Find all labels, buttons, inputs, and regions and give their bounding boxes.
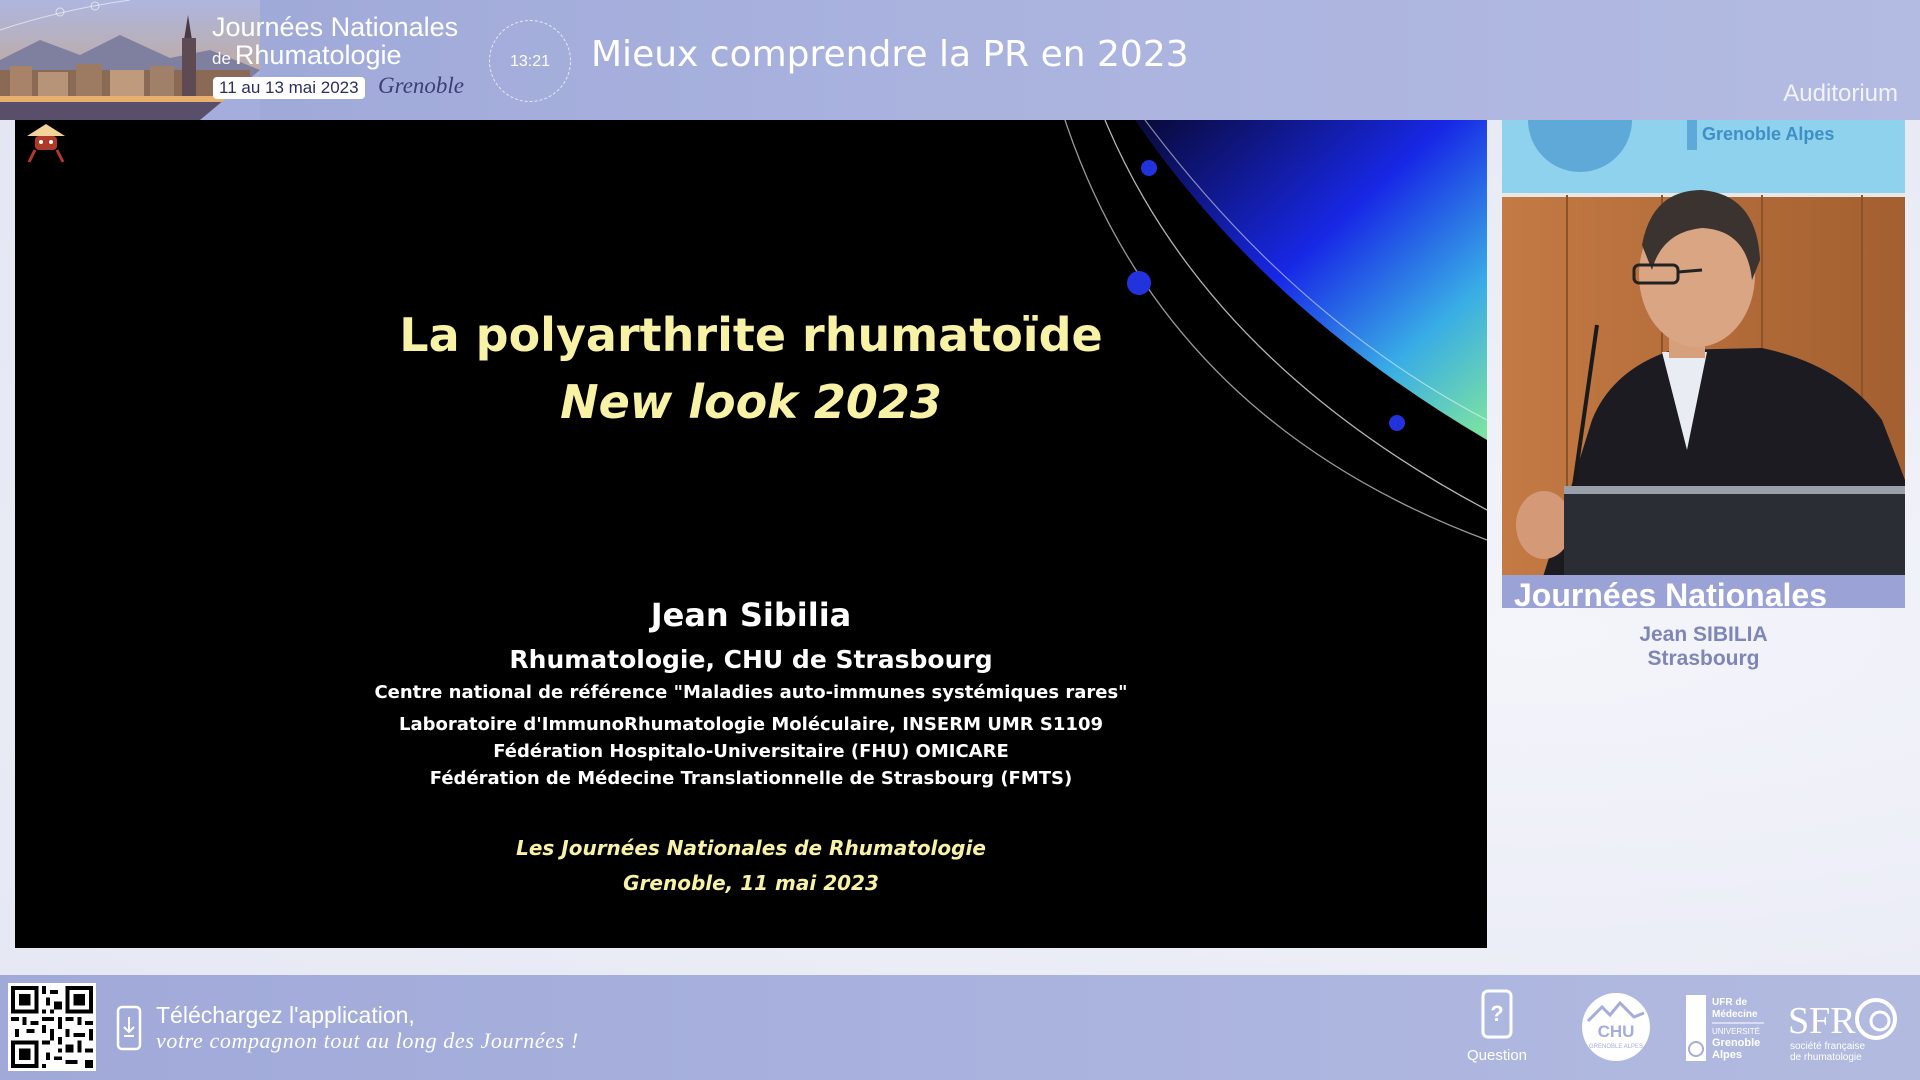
slide-affiliation-5: Fédération de Médecine Translationnelle … <box>429 768 1073 789</box>
ufr-logo-line2: Médecine <box>1712 1009 1758 1020</box>
ufr-logo-line1: UFR de <box>1712 997 1747 1008</box>
slide-affiliation-4: Fédération Hospitalo-Universitaire (FHU)… <box>493 741 1009 762</box>
slide-affiliation-2: Centre national de référence "Maladies a… <box>374 682 1128 703</box>
speaker-name: Jean SIBILIA <box>1639 623 1768 646</box>
slide-affiliation-3: Laboratoire d'ImmunoRhumatologie Molécul… <box>398 714 1103 735</box>
slide-event-name: Les Journées Nationales de Rhumatologie <box>516 836 986 860</box>
slide-title: La polyarthrite rhumatoïde <box>399 308 1103 362</box>
sfr-logo-subtext2: de rhumatologie <box>1790 1052 1862 1063</box>
speaker-video: Grenoble Alpes Journées Nationales <box>1502 120 1905 608</box>
sfr-logo-subtext1: société française <box>1790 1041 1865 1052</box>
speaker-caption: Jean SIBILIA Strasbourg <box>1502 623 1905 671</box>
download-phone-icon <box>116 1005 142 1051</box>
chu-grenoble-logo: CHU GRENOBLE ALPES <box>1582 993 1650 1061</box>
event-title: Journées Nationales de Rhumatologie <box>212 14 458 69</box>
event-title-line1: Journées Nationales <box>212 12 459 42</box>
event-title-de: de <box>212 49 231 68</box>
sfr-logo: SFR société française de rhumatologie <box>1788 998 1897 1063</box>
qr-code-icon[interactable] <box>8 983 96 1071</box>
chu-logo-text: CHU <box>1598 1022 1635 1041</box>
sfr-logo-text: SFR <box>1788 1000 1856 1042</box>
presentation-slide: La polyarthrite rhumatoïde New look 2023… <box>15 120 1487 948</box>
ufr-logo-line3: UNIVERSITÉ <box>1712 1027 1760 1036</box>
session-title: Mieux comprendre la PR en 2023 <box>591 34 1189 75</box>
question-label: Question <box>1466 1047 1528 1064</box>
backdrop-event-text: Journées Nationales <box>1514 577 1827 608</box>
slide-author: Jean Sibilia <box>650 596 852 634</box>
ufr-medecine-logo: UFR de Médecine UNIVERSITÉ Grenoble Alpe… <box>1686 995 1764 1061</box>
download-app-text: Téléchargez l'application, <box>156 1002 415 1028</box>
hat-character-icon <box>27 124 65 163</box>
question-phone-icon: ? <box>1481 989 1513 1039</box>
event-dates-badge: 11 au 13 mai 2023 <box>213 77 365 99</box>
question-button[interactable]: ? Question <box>1456 989 1538 1073</box>
download-app-tagline: votre compagnon tout au long des Journée… <box>156 1028 579 1053</box>
svg-text:?: ? <box>1490 1001 1503 1026</box>
backdrop-banner-text: Grenoble Alpes <box>1702 124 1834 144</box>
slide-subtitle: New look 2023 <box>560 375 942 429</box>
header-bar: Journées Nationales de Rhumatologie 11 au… <box>0 0 1920 120</box>
footer-bar: Téléchargez l'application, votre compagn… <box>0 975 1920 1080</box>
session-clock: 13:21 <box>489 20 571 102</box>
chu-logo-subtext: GRENOBLE ALPES <box>1589 1044 1643 1050</box>
room-name: Auditorium <box>1783 80 1898 107</box>
ufr-logo-line5: Alpes <box>1712 1049 1742 1061</box>
slide-event-date: Grenoble, 11 mai 2023 <box>623 871 879 895</box>
slide-affiliation-1: Rhumatologie, CHU de Strasbourg <box>509 645 993 674</box>
event-city: Grenoble <box>378 73 465 98</box>
slide-swirl-decoration <box>1064 120 1487 541</box>
speaker-city: Strasbourg <box>1647 647 1760 670</box>
event-title-line2: Rhumatologie <box>234 40 402 70</box>
ufr-logo-line4: Grenoble <box>1712 1037 1760 1049</box>
